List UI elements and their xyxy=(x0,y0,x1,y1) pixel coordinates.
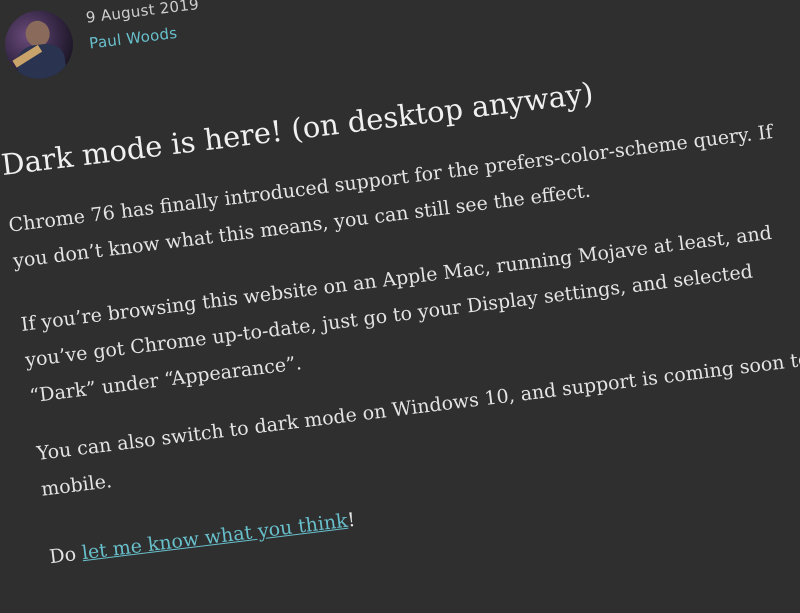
post-meta: 9 August 2019 Paul Woods xyxy=(1,0,205,83)
blog-post: 9 August 2019 Paul Woods Dark mode is he… xyxy=(0,0,800,568)
byline: 9 August 2019 Paul Woods xyxy=(85,0,203,53)
feedback-prefix: Do xyxy=(48,542,84,569)
feedback-suffix: ! xyxy=(346,508,357,532)
feedback-link[interactable]: let me know what you think xyxy=(81,510,349,564)
author-link[interactable]: Paul Woods xyxy=(88,21,203,53)
page-viewport: 9 August 2019 Paul Woods Dark mode is he… xyxy=(0,0,800,613)
author-avatar[interactable] xyxy=(1,6,77,83)
